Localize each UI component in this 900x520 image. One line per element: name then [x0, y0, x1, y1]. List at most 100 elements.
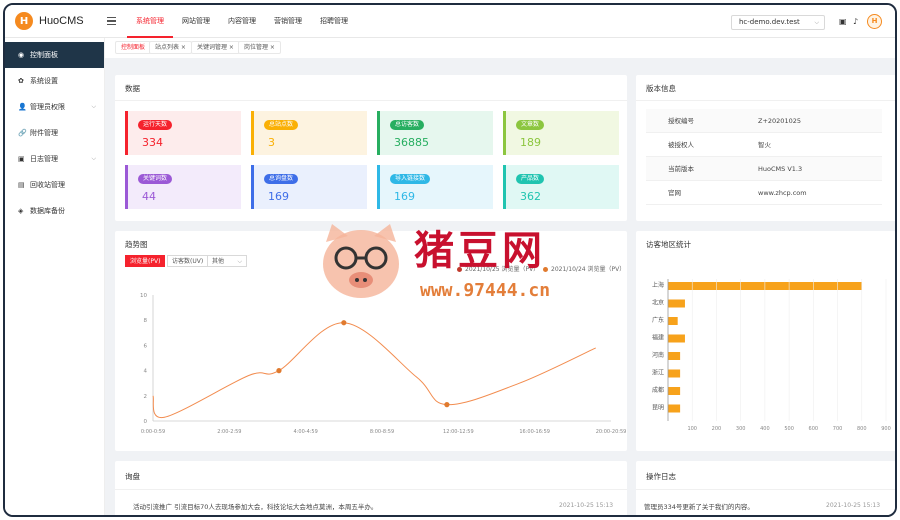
divider — [636, 100, 895, 101]
row-value: Z+20201025 — [758, 117, 801, 125]
data-point — [444, 402, 450, 408]
logo-icon: H — [15, 12, 33, 30]
topnav-item-marketing[interactable]: 营销管理 — [265, 5, 311, 38]
topnav-item-system[interactable]: 系统管理 — [127, 5, 173, 38]
category-label: 河南 — [652, 351, 664, 359]
row-value[interactable]: www.zhcp.com — [746, 181, 807, 204]
calendar-icon: ▣ — [18, 155, 25, 163]
sidebar-item-admin[interactable]: 👤 管理员权限 ⌵ — [5, 94, 104, 120]
watermark-url: www.97444.cn — [420, 280, 551, 301]
card-title: 趋势图 — [125, 240, 148, 249]
top-bar: H HuoCMS 系统管理 网站管理 内容管理 营销管理 招聘管理 hc-dem… — [5, 5, 895, 38]
x-tick-label: 200 — [712, 426, 722, 432]
bar — [668, 334, 685, 343]
chevron-down-icon: ⌵ — [814, 19, 819, 26]
y-tick-label: 10 — [140, 293, 147, 299]
sidebar-item-settings[interactable]: ✿ 系统设置 — [5, 68, 104, 94]
row-key: 被授权人 — [668, 141, 694, 149]
message-icon[interactable]: ▣ — [839, 17, 847, 26]
sidebar-item-backup[interactable]: ◈ 数据库备份 — [5, 198, 104, 224]
topnav-item-website[interactable]: 网站管理 — [173, 5, 219, 38]
stat-value: 189 — [520, 136, 541, 149]
x-tick-label: 2:00-2:59 — [217, 429, 241, 435]
card-title: 版本信息 — [646, 84, 676, 93]
bell-icon[interactable]: ♪ — [853, 17, 858, 26]
tab-sites[interactable]: 站点列表 × — [149, 41, 192, 54]
x-tick-label: 400 — [760, 426, 770, 432]
inquiry-row[interactable]: 活动引流推广 引流目标70人去现场参加大会，科技论坛大会地点莫洲，本周五半办。 — [133, 501, 377, 511]
data-point — [341, 320, 347, 326]
card-title: 数据 — [125, 84, 140, 93]
topnav-item-recruit[interactable]: 招聘管理 — [311, 5, 357, 38]
divider — [115, 489, 627, 490]
dashboard-icon: ◉ — [18, 51, 25, 59]
sidebar-item-label: 附件管理 — [30, 129, 58, 137]
trend-chart: 0 2 4 6 8 10 0:00-0:59 2:00-2:59 4:00-4:59 8:00-8… — [140, 293, 627, 435]
tabs-bar: 控制面板 站点列表 × 关键词管理 × 岗位管理 × — [105, 38, 895, 58]
x-tick-label: 16:00-16:59 — [519, 429, 550, 435]
x-tick-label: 20:00-20:59 — [596, 429, 627, 435]
x-tick-label: 8:00-8:59 — [370, 429, 394, 435]
x-tick-label: 700 — [833, 426, 843, 432]
y-tick-label: 4 — [144, 369, 148, 375]
sidebar-item-label: 回收站管理 — [30, 181, 65, 189]
row-key: 当前版本 — [668, 165, 694, 173]
tab-uv[interactable]: 访客数(UV) — [167, 255, 209, 267]
tab-positions[interactable]: 岗位管理 × — [238, 41, 281, 54]
stat-label: 运行天数 — [138, 120, 173, 130]
logo[interactable]: H HuoCMS — [15, 12, 84, 30]
stat-value: 169 — [394, 190, 415, 203]
stat-sites[interactable]: 总站点数 3 — [251, 111, 367, 155]
top-nav: 系统管理 网站管理 内容管理 营销管理 招聘管理 — [127, 5, 357, 38]
row-value: HuoCMS V1.3 — [758, 165, 803, 173]
site-select-value: hc-demo.dev.test — [739, 18, 800, 26]
app-name: HuoCMS — [39, 15, 84, 27]
trash-icon: ▤ — [18, 181, 25, 189]
tab-dashboard[interactable]: 控制面板 — [115, 41, 152, 54]
stat-products[interactable]: 产品数 362 — [503, 165, 619, 209]
tab-keywords[interactable]: 关键词管理 × — [191, 41, 240, 54]
x-tick-label: 12:00-12:59 — [443, 429, 474, 435]
tab-pv[interactable]: 浏览量(PV) — [125, 255, 166, 267]
stat-value: 3 — [268, 136, 275, 149]
sidebar-item-label: 控制面板 — [30, 51, 58, 59]
stat-run-days[interactable]: 运行天数 334 — [125, 111, 241, 155]
x-tick-label: 500 — [784, 426, 794, 432]
row-key: 官网 — [668, 189, 681, 197]
stat-keywords[interactable]: 关键词数 44 — [125, 165, 241, 209]
row-value: 智火 — [758, 141, 771, 149]
watermark-text: 猪豆网 — [414, 228, 546, 274]
other-select-value: 其他 — [212, 258, 225, 265]
stat-imported-links[interactable]: 导入链接数 169 — [377, 165, 493, 209]
category-label: 成都 — [652, 386, 664, 394]
stat-label: 文章数 — [516, 120, 545, 130]
data-card: 数据 运行天数 334 总站点数 3 总访客数 36885 文章数 189 关键… — [115, 75, 627, 221]
stat-value: 362 — [520, 190, 541, 203]
database-icon: ◈ — [18, 207, 24, 215]
stat-value: 169 — [268, 190, 289, 203]
stat-value: 44 — [142, 190, 156, 203]
stat-inquiries[interactable]: 总询盘数 169 — [251, 165, 367, 209]
avatar[interactable]: H — [867, 14, 882, 29]
stat-articles[interactable]: 文章数 189 — [503, 111, 619, 155]
other-select[interactable]: 其他 ⌵ — [207, 255, 247, 267]
chevron-down-icon: ⌵ — [237, 258, 242, 265]
y-tick-label: 2 — [144, 394, 148, 400]
menu-toggle-icon[interactable] — [107, 17, 116, 25]
topnav-item-content[interactable]: 内容管理 — [219, 5, 265, 38]
site-select[interactable]: hc-demo.dev.test ⌵ — [731, 15, 825, 30]
pig-logo-icon — [323, 224, 399, 298]
sidebar-item-attachments[interactable]: 🔗 附件管理 — [5, 120, 104, 146]
sidebar-item-logs[interactable]: ▣ 日志管理 ⌵ — [5, 146, 104, 172]
category-label: 上海 — [652, 281, 664, 289]
category-label: 福建 — [652, 334, 664, 342]
log-row[interactable]: 管理员334号更新了关于我们的内容。 — [644, 501, 754, 511]
stat-label: 总访客数 — [390, 120, 425, 130]
table-row: 授权编号 Z+20201025 — [646, 109, 882, 133]
sidebar-item-dashboard[interactable]: ◉ 控制面板 — [5, 42, 104, 68]
x-tick-label: 900 — [881, 426, 891, 432]
watermark: 猪豆网 www.97444.cn — [318, 222, 598, 302]
stat-visitors[interactable]: 总访客数 36885 — [377, 111, 493, 155]
sidebar-item-recycle[interactable]: ▤ 回收站管理 — [5, 172, 104, 198]
sidebar: ◉ 控制面板 ✿ 系统设置 👤 管理员权限 ⌵ 🔗 附件管理 ▣ 日志管理 ⌵ ▤ 回收站管理 … — [5, 38, 105, 515]
